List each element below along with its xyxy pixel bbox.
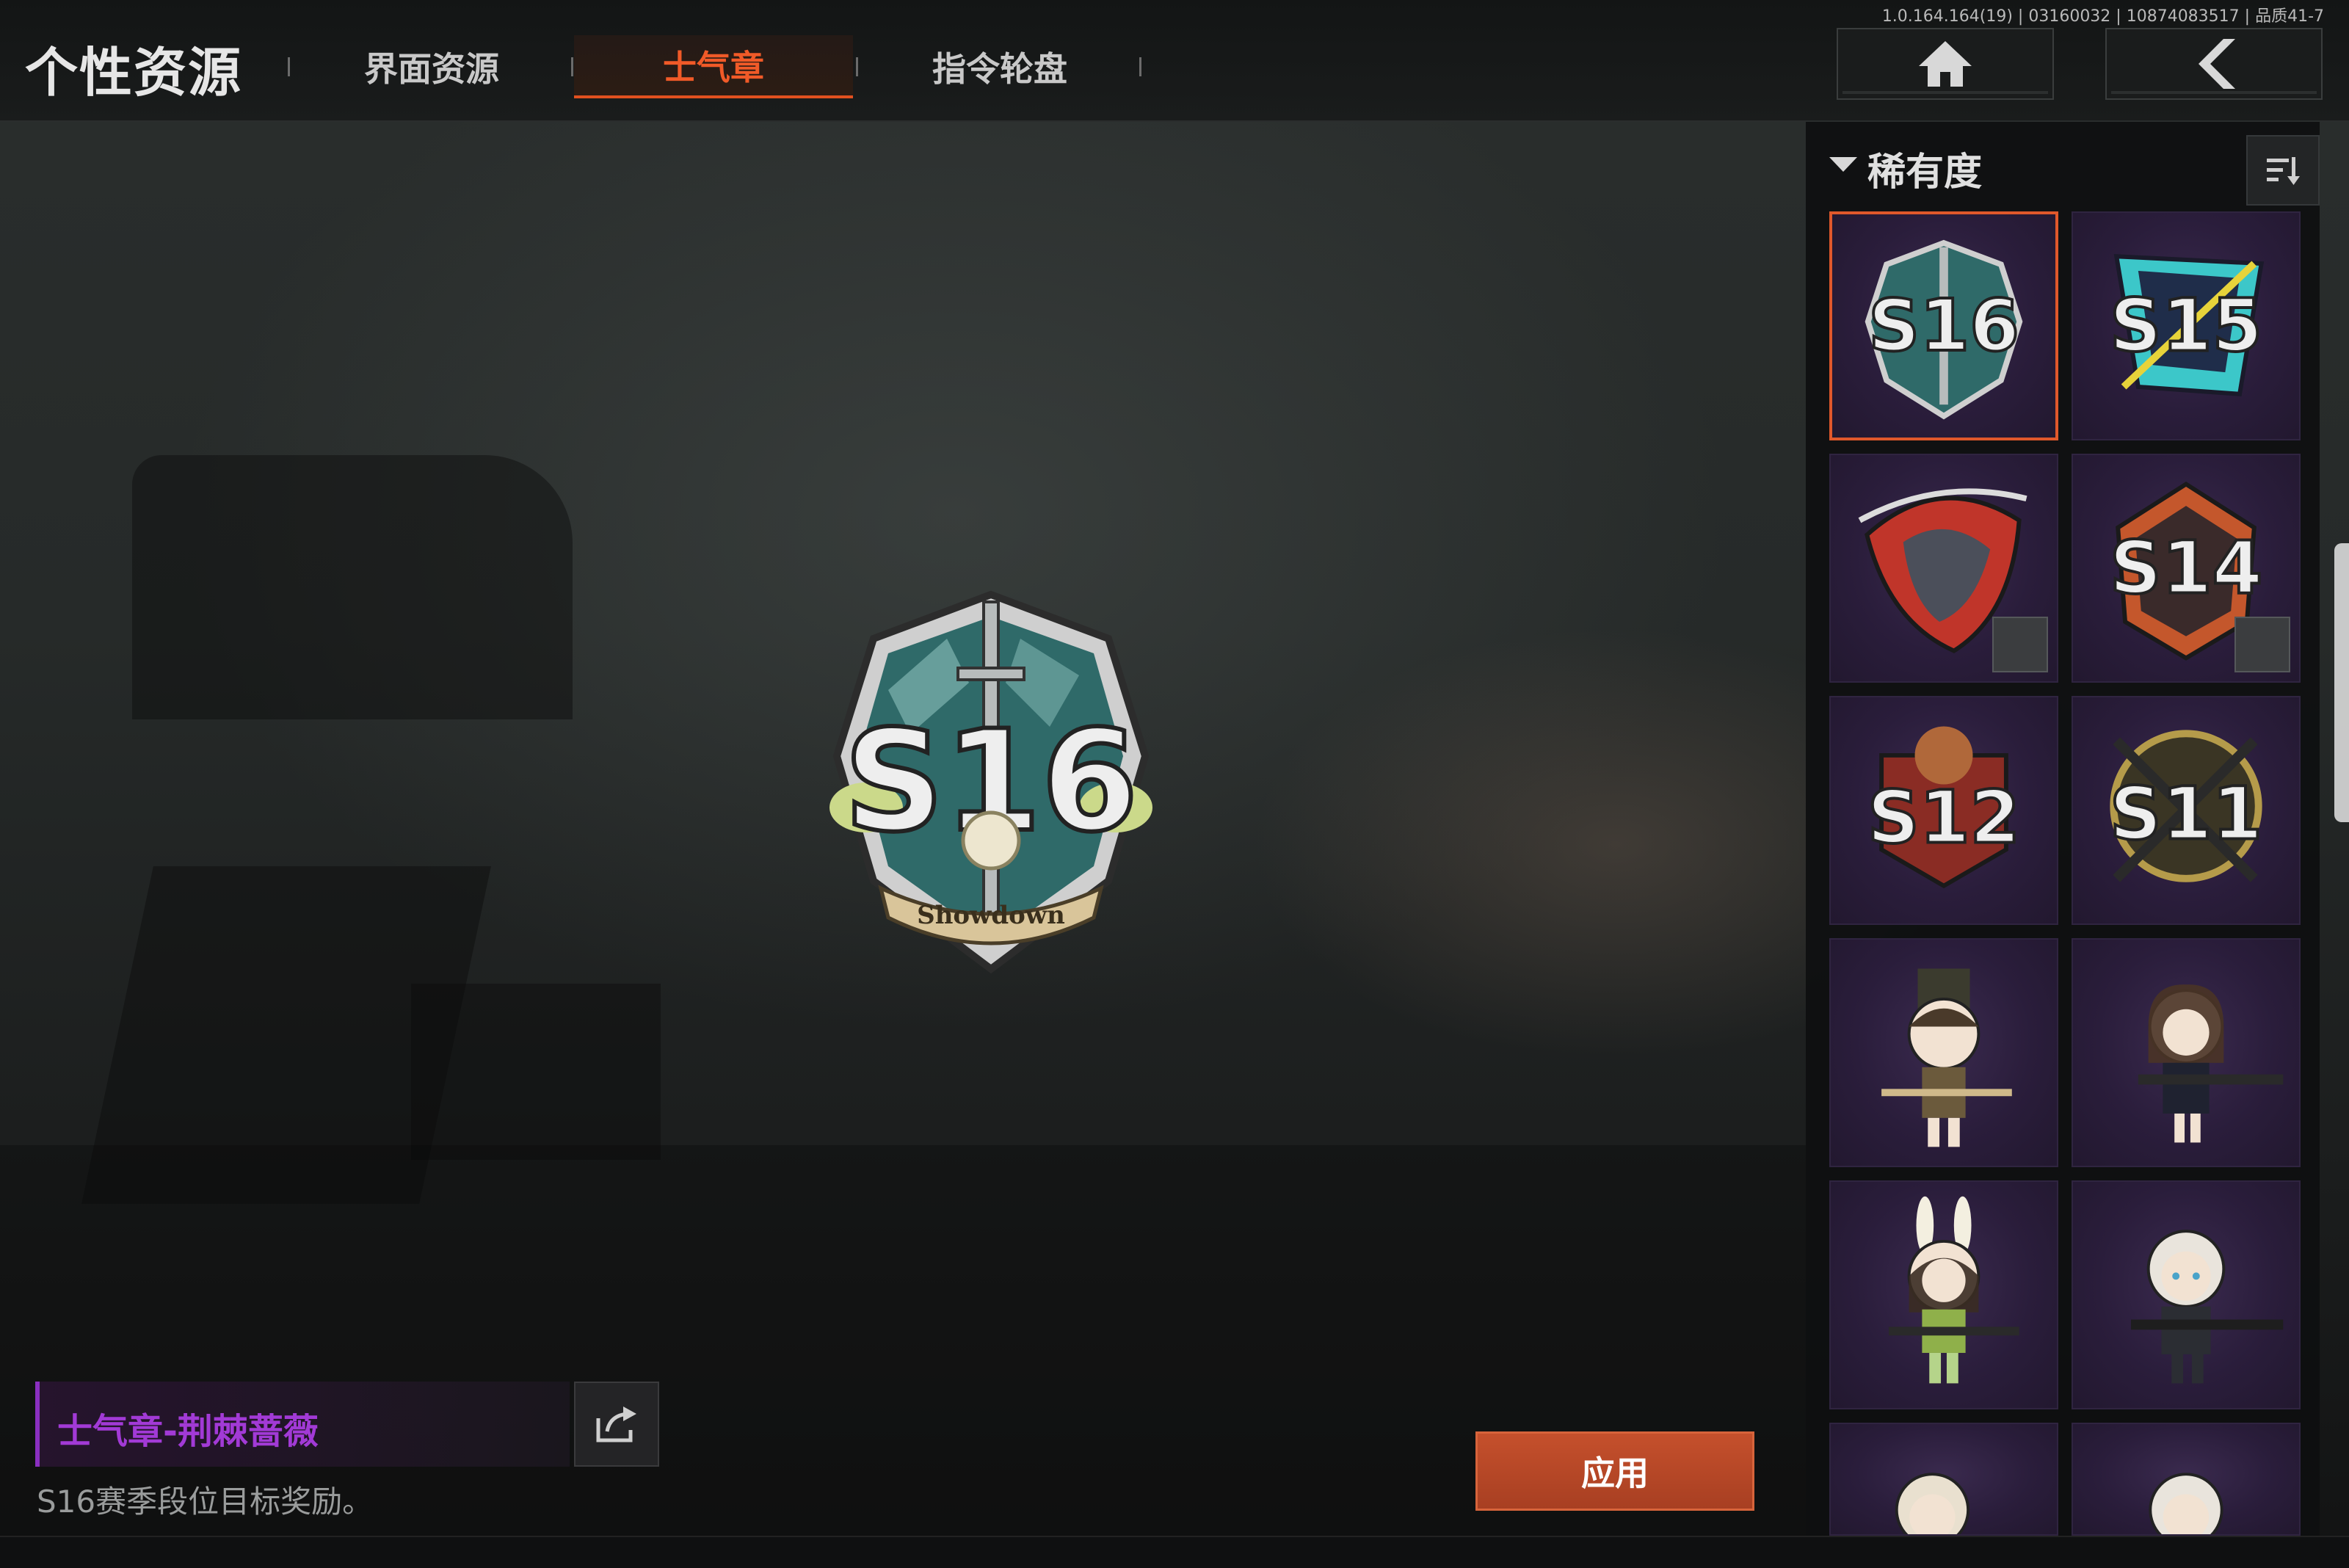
sort-button[interactable] [2246,135,2320,206]
tab-morale-badge[interactable]: 士气章 [574,35,853,98]
badge-preview: S16 Showdown [800,587,1182,984]
chibi-character-thumbnail [1895,1473,1970,1534]
rarity-filter-label: 稀有度 [1867,150,1983,195]
home-icon [1919,41,1972,87]
badge-item-s15[interactable]: S15 [2072,211,2301,440]
helmet-icon [1992,617,2048,672]
badge-item-chibi-6[interactable] [2072,1423,2301,1536]
badge-item-chibi-2[interactable] [2072,938,2301,1167]
back-button[interactable] [2105,28,2323,100]
chibi-character-thumbnail [2138,984,2284,1143]
badge-list-panel: 稀有度 S16 S15 S14 S12 S11 [1806,122,2320,1536]
badge-ribbon-text: Showdown [917,901,1065,930]
version-info: 1.0.164.164(19) | 03160032 | 10874083517… [1881,7,2324,26]
badge-item-label: S11 [2110,772,2262,857]
item-description: S16赛季段位目标奖励。 [37,1484,374,1520]
s16-badge-image: S16 Showdown [829,590,1152,974]
item-name: 士气章-荆棘蔷薇 [57,1411,319,1452]
page-title: 个性资源 [25,42,243,104]
s16-badge-thumbnail: S16 [1865,239,2023,420]
tank-silhouette [132,455,573,719]
tab-separator [1139,57,1141,76]
panel-scrollbar[interactable] [2334,543,2349,822]
chibi-character-thumbnail [2130,1230,2284,1384]
bottom-bar [0,1536,2349,1568]
badge-item-s16[interactable]: S16 [1829,211,2058,440]
chevron-down-icon [1829,157,1857,172]
chibi-character-thumbnail [2149,1473,2223,1534]
tab-interface-resources[interactable]: 界面资源 [292,35,571,98]
tab-separator [856,57,858,76]
badge-item-s11[interactable]: S11 [2072,696,2301,925]
badge-item-label: S16 [1868,284,2019,367]
badge-item-label: S12 [1867,775,2020,860]
jacket-icon [2234,617,2290,672]
tab-separator [288,57,290,76]
s15-badge-thumbnail: S15 [2108,254,2264,396]
box-silhouette [411,984,661,1160]
chibi-character-thumbnail [1888,1196,2019,1384]
chibi-character-thumbnail [1881,968,2012,1147]
share-button[interactable] [574,1382,659,1467]
item-name-box: 士气章-荆棘蔷薇 [35,1382,570,1467]
badge-item-reaper[interactable] [1829,454,2058,683]
badge-item-chibi-1[interactable] [1829,938,2058,1167]
top-bar: 1.0.164.164(19) | 03160032 | 10874083517… [0,0,2349,122]
badge-item-label: S15 [2110,284,2262,369]
badge-item-s12[interactable]: S12 [1829,696,2058,925]
badge-item-chibi-3[interactable] [1829,1180,2058,1409]
tab-command-wheel[interactable]: 指令轮盘 [860,35,1139,98]
badge-item-chibi-5[interactable] [1829,1423,2058,1536]
back-arrow-icon [2199,39,2235,89]
home-button[interactable] [1837,28,2054,100]
badge-item-s14[interactable]: S14 [2072,454,2301,683]
badge-item-chibi-4[interactable] [2072,1180,2301,1409]
apply-button[interactable]: 应用 [1475,1431,1754,1511]
rarity-filter[interactable]: 稀有度 [1806,129,2320,210]
share-icon [596,1407,636,1442]
sort-icon [2267,157,2300,185]
badge-item-label: S14 [2110,526,2262,611]
tab-separator [571,57,573,76]
s12-badge-thumbnail: S12 [1866,726,2022,889]
s11-badge-thumbnail: S11 [2108,730,2264,882]
